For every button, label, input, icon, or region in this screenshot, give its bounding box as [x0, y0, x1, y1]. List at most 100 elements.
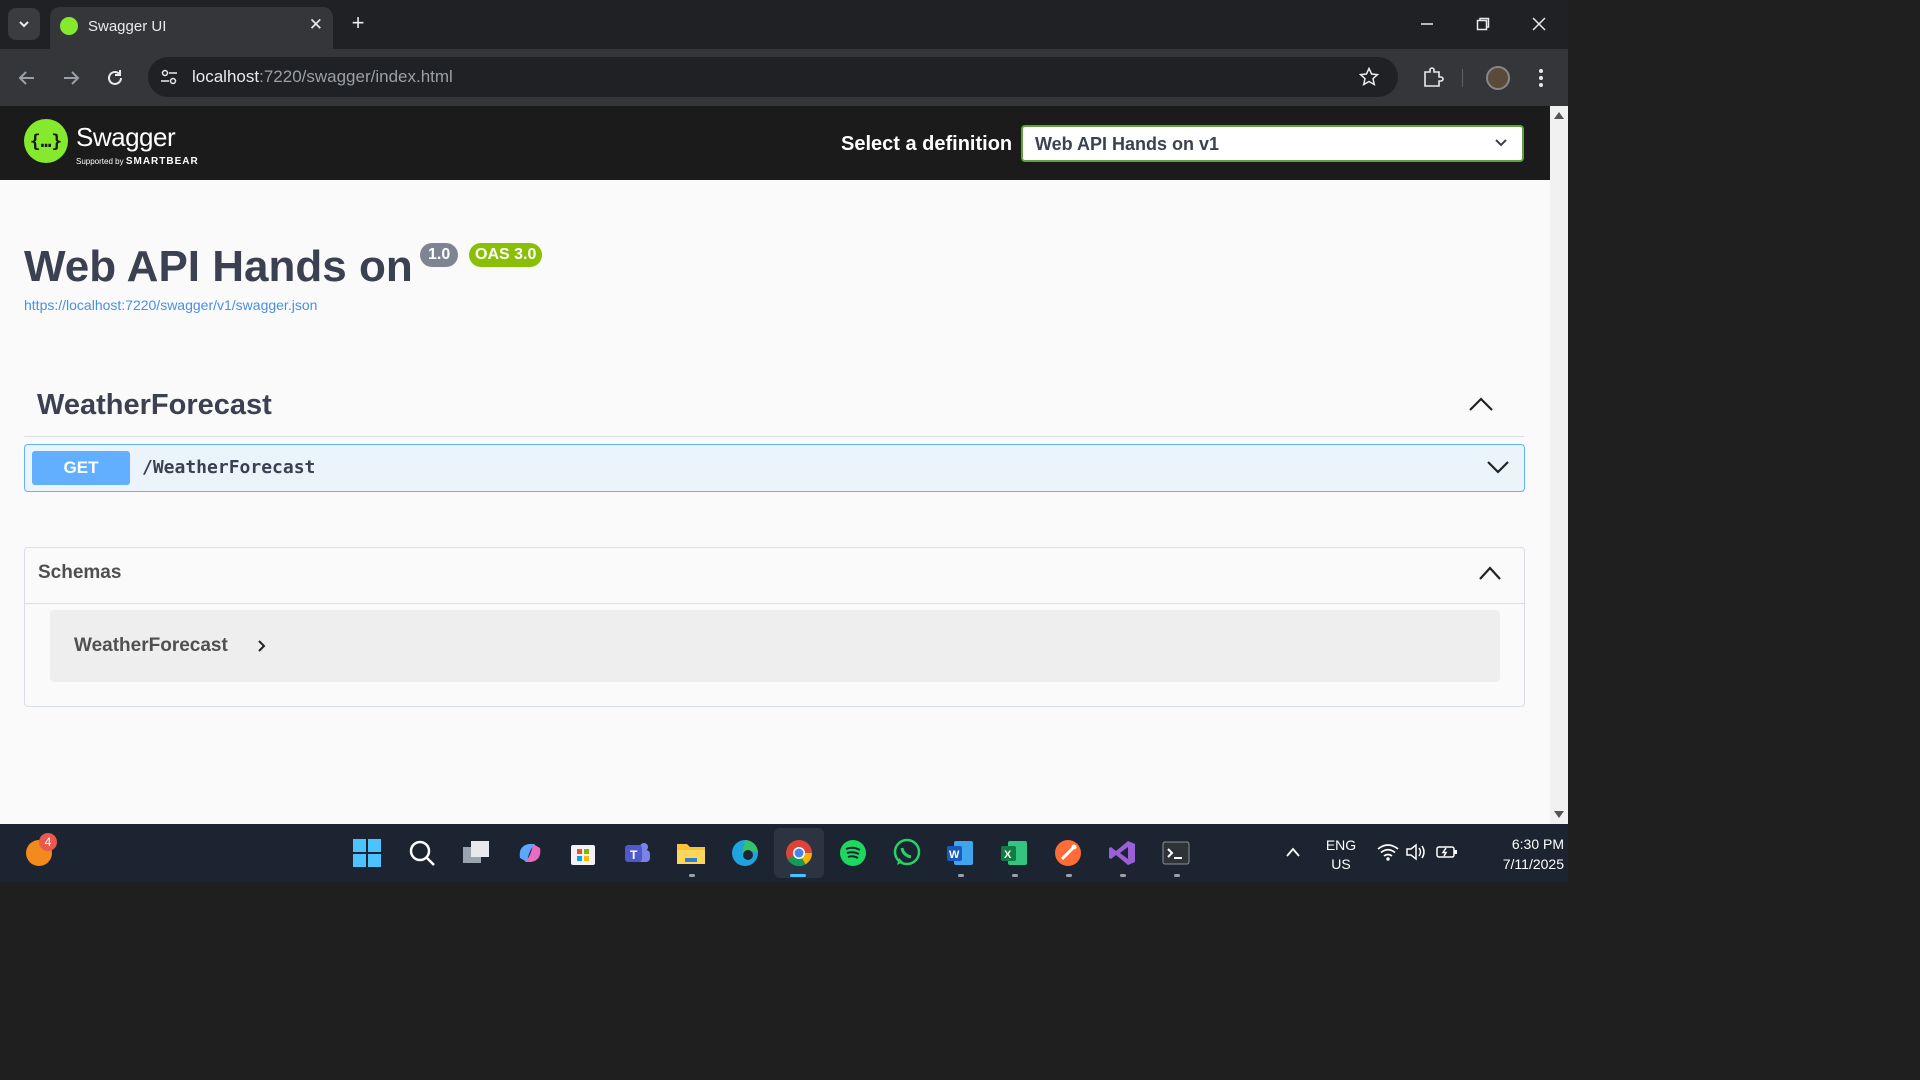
- schema-item[interactable]: WeatherForecast: [50, 610, 1500, 682]
- svg-text:X: X: [1004, 849, 1012, 861]
- wifi-icon[interactable]: [1377, 843, 1399, 861]
- close-icon: [1532, 17, 1546, 31]
- swagger-topbar: {…} Swagger Supported by SMARTBEAR Selec…: [0, 106, 1550, 180]
- chevron-up-icon[interactable]: [1478, 565, 1502, 581]
- search-icon[interactable]: [405, 836, 439, 870]
- swagger-logo-icon: {…}: [24, 119, 68, 163]
- start-icon[interactable]: [350, 836, 384, 870]
- site-info-icon[interactable]: [160, 68, 178, 86]
- clock-date: 7/11/2025: [1502, 856, 1564, 872]
- spec-url-link[interactable]: https://localhost:7220/swagger/v1/swagge…: [24, 297, 317, 313]
- api-title: Web API Hands on: [24, 242, 413, 291]
- profile-avatar[interactable]: [1486, 66, 1510, 90]
- whatsapp-icon[interactable]: [890, 836, 924, 870]
- schemas-section: Schemas WeatherForecast: [24, 547, 1525, 707]
- schemas-divider: [25, 603, 1524, 604]
- svg-text:W: W: [949, 849, 960, 861]
- task-view-icon[interactable]: [459, 836, 493, 870]
- file-explorer-icon[interactable]: [674, 836, 708, 870]
- visual-studio-icon[interactable]: [1105, 836, 1139, 870]
- toolbar-divider: [1462, 69, 1463, 87]
- word-icon[interactable]: W: [943, 836, 977, 870]
- svg-text:T: T: [630, 848, 638, 862]
- copilot-icon[interactable]: [513, 836, 547, 870]
- page-viewport: {…} Swagger Supported by SMARTBEAR Selec…: [0, 106, 1550, 824]
- battery-icon[interactable]: [1436, 843, 1458, 861]
- taskbar-indicator-active: [790, 874, 806, 877]
- swagger-logo-subtitle: Supported by SMARTBEAR: [76, 156, 199, 167]
- windows-taskbar: 4 T W X ENG US 6:30 PM 7/11/2025: [0, 824, 1568, 882]
- arrow-left-icon: [18, 71, 34, 85]
- schemas-title[interactable]: Schemas: [38, 562, 121, 584]
- logo-sub-brand: SMARTBEAR: [125, 156, 199, 167]
- bookmark-star-icon[interactable]: [1359, 67, 1379, 87]
- close-window-button[interactable]: [1519, 8, 1559, 40]
- browser-tab[interactable]: Swagger UI ✕: [50, 7, 333, 49]
- taskbar-indicator: [1012, 874, 1018, 877]
- extensions-icon[interactable]: [1422, 66, 1444, 88]
- region-code: US: [1331, 856, 1351, 872]
- tab-strip: Swagger UI ✕ +: [0, 0, 1568, 49]
- terminal-icon[interactable]: [1159, 836, 1193, 870]
- swagger-logo-text: Swagger: [76, 122, 176, 152]
- address-bar[interactable]: localhost:7220/swagger/index.html: [148, 57, 1398, 97]
- scroll-down-arrow-icon[interactable]: [1554, 811, 1564, 818]
- volume-icon[interactable]: [1406, 843, 1428, 861]
- version-badge: 1.0: [420, 243, 459, 267]
- restore-button[interactable]: [1463, 8, 1503, 40]
- url-rest: :7220/swagger/index.html: [259, 67, 453, 86]
- teams-icon[interactable]: T: [620, 836, 654, 870]
- clock[interactable]: 6:30 PM 7/11/2025: [1470, 834, 1564, 874]
- chrome-icon[interactable]: [782, 836, 816, 870]
- chevron-right-icon: [258, 640, 266, 652]
- reload-icon: [108, 70, 122, 85]
- minimize-button[interactable]: [1407, 8, 1447, 40]
- swagger-favicon-icon: [60, 17, 78, 35]
- tag-divider: [24, 436, 1524, 437]
- language-code: ENG: [1325, 837, 1357, 853]
- taskbar-indicator: [958, 874, 964, 877]
- url-text: localhost:7220/swagger/index.html: [192, 67, 453, 87]
- chevron-down-icon: [1495, 139, 1507, 147]
- postman-icon[interactable]: [1051, 836, 1085, 870]
- tab-title: Swagger UI: [88, 18, 167, 35]
- definition-select[interactable]: Web API Hands on v1: [1021, 125, 1524, 162]
- excel-icon[interactable]: X: [997, 836, 1031, 870]
- store-icon[interactable]: [566, 836, 600, 870]
- oas-badge: OAS 3.0: [469, 243, 543, 267]
- spotify-icon[interactable]: [836, 836, 870, 870]
- chevron-down-icon[interactable]: [1486, 459, 1510, 475]
- schema-name: WeatherForecast: [74, 635, 228, 656]
- chevron-up-icon[interactable]: [1468, 396, 1494, 412]
- reload-button[interactable]: [100, 63, 130, 93]
- definition-label: Select a definition: [841, 133, 1013, 155]
- edge-icon[interactable]: [728, 836, 762, 870]
- language-indicator[interactable]: ENG US: [1320, 836, 1362, 874]
- operation-get-weatherforecast[interactable]: GET /WeatherForecast: [24, 444, 1525, 492]
- restore-icon: [1476, 17, 1490, 31]
- forward-button[interactable]: [56, 63, 86, 93]
- logo-sub-prefix: Supported by: [76, 157, 124, 166]
- http-method-badge: GET: [32, 451, 130, 485]
- definition-selected-value: Web API Hands on v1: [1035, 134, 1220, 154]
- chevron-up-icon[interactable]: [1285, 846, 1301, 858]
- page-scrollbar[interactable]: [1550, 106, 1568, 824]
- browser-toolbar: localhost:7220/swagger/index.html: [0, 49, 1568, 106]
- minimize-icon: [1421, 23, 1433, 25]
- tab-close-icon[interactable]: ✕: [309, 15, 323, 35]
- back-button[interactable]: [12, 63, 42, 93]
- url-host: localhost: [192, 67, 260, 86]
- taskbar-indicator: [689, 874, 695, 877]
- operation-path: /WeatherForecast: [142, 457, 316, 478]
- tab-search-button[interactable]: [8, 8, 40, 40]
- menu-dots-icon[interactable]: [1532, 67, 1550, 89]
- taskbar-indicator: [1174, 874, 1180, 877]
- scroll-up-arrow-icon[interactable]: [1554, 112, 1564, 119]
- taskbar-indicator: [1066, 874, 1072, 877]
- arrow-right-icon: [64, 71, 80, 85]
- new-tab-button[interactable]: +: [345, 10, 371, 36]
- notification-badge: 4: [39, 833, 57, 851]
- clock-time: 6:30 PM: [1511, 836, 1564, 852]
- chevron-down-icon: [19, 21, 29, 28]
- tag-section-title[interactable]: WeatherForecast: [37, 389, 272, 422]
